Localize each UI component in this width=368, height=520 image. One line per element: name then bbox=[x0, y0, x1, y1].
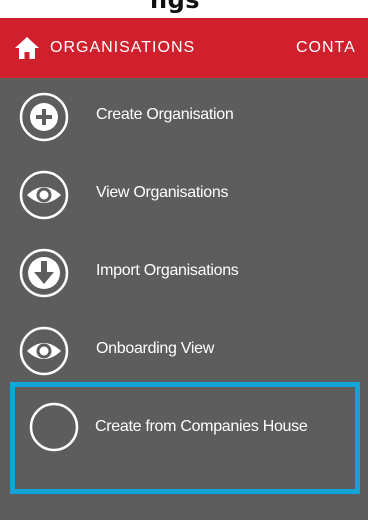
sidebar-menu: Create Organisation View Organisations I… bbox=[0, 78, 368, 520]
menu-item-label: Onboarding View bbox=[96, 340, 214, 357]
eye-circle-icon bbox=[19, 170, 69, 220]
menu-item-onboarding-view[interactable]: Onboarding View bbox=[0, 312, 368, 390]
menu-item-label: Create Organisation bbox=[96, 106, 234, 123]
plus-circle-icon bbox=[19, 92, 69, 142]
menu-item-create-organisation[interactable]: Create Organisation bbox=[0, 78, 368, 156]
eye-circle-icon bbox=[19, 326, 69, 376]
menu-item-view-organisations[interactable]: View Organisations bbox=[0, 156, 368, 234]
menu-item-label: Create from Companies House bbox=[95, 418, 308, 435]
top-navbar: ORGANISATIONS CONTA bbox=[0, 18, 368, 78]
menu-item-create-from-companies-house[interactable]: Create from Companies House bbox=[10, 382, 360, 494]
tab-organisations[interactable]: ORGANISATIONS bbox=[50, 18, 195, 78]
menu-item-label: Import Organisations bbox=[96, 262, 239, 279]
arrow-down-circle-icon bbox=[19, 248, 69, 298]
home-icon[interactable] bbox=[14, 35, 40, 61]
menu-item-label: View Organisations bbox=[96, 184, 229, 201]
page-heading-text: ngs bbox=[150, 0, 201, 14]
page-heading: ngs bbox=[0, 0, 368, 18]
menu-item-import-organisations[interactable]: Import Organisations bbox=[0, 234, 368, 312]
empty-circle-icon bbox=[29, 402, 79, 452]
tab-contacts[interactable]: CONTA bbox=[296, 18, 356, 78]
